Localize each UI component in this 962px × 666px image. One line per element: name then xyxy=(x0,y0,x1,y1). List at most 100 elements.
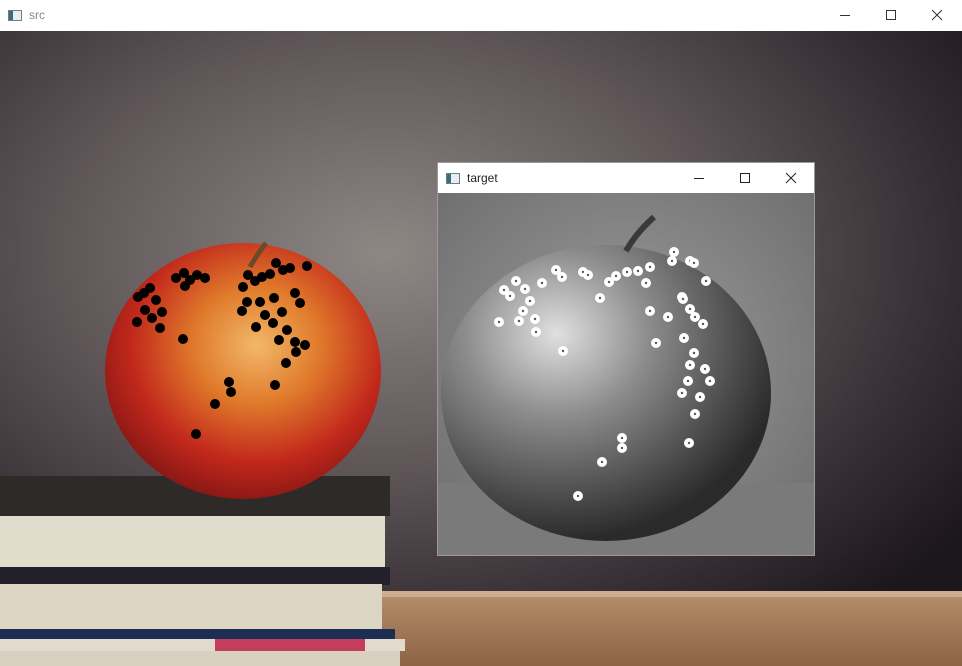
keypoint-marker xyxy=(155,323,165,333)
keypoint-center xyxy=(502,288,506,292)
keypoint-marker xyxy=(238,282,248,292)
keypoint-marker xyxy=(282,325,292,335)
keypoint-marker xyxy=(145,283,155,293)
keypoint-center xyxy=(693,412,697,416)
keypoint-center xyxy=(598,296,602,300)
keypoint-center xyxy=(693,315,697,319)
keypoint-center xyxy=(681,297,685,301)
keypoint-center xyxy=(686,379,690,383)
keypoint-marker xyxy=(180,281,190,291)
keypoint-marker xyxy=(157,307,167,317)
keypoint-center xyxy=(576,494,580,498)
keypoint-marker xyxy=(302,261,312,271)
keypoint-center xyxy=(654,341,658,345)
keypoint-marker xyxy=(132,317,142,327)
keypoint-marker xyxy=(147,313,157,323)
close-icon xyxy=(785,172,797,184)
keypoint-marker xyxy=(285,263,295,273)
keypoint-center xyxy=(644,281,648,285)
keypoint-center xyxy=(620,436,624,440)
keypoint-center xyxy=(528,299,532,303)
keypoint-center xyxy=(497,320,501,324)
target-window: target xyxy=(438,163,814,555)
keypoint-marker xyxy=(277,307,287,317)
src-window-title: src xyxy=(29,8,45,22)
keypoint-center xyxy=(533,317,537,321)
keypoint-marker xyxy=(300,340,310,350)
maximize-button[interactable] xyxy=(868,0,914,30)
target-window-title: target xyxy=(467,171,498,185)
keypoint-marker xyxy=(281,358,291,368)
keypoint-marker xyxy=(291,347,301,357)
keypoint-center xyxy=(703,367,707,371)
keypoint-center xyxy=(614,274,618,278)
keypoint-center xyxy=(607,280,611,284)
keypoint-marker xyxy=(178,334,188,344)
keypoint-marker xyxy=(210,399,220,409)
keypoint-center xyxy=(666,315,670,319)
keypoint-center xyxy=(554,268,558,272)
keypoint-marker xyxy=(270,380,280,390)
keypoint-marker xyxy=(242,297,252,307)
keypoint-center xyxy=(625,270,629,274)
keypoint-center xyxy=(680,391,684,395)
keypoint-marker xyxy=(140,305,150,315)
close-button[interactable] xyxy=(768,163,814,193)
window-app-icon xyxy=(8,9,22,21)
keypoint-marker xyxy=(260,310,270,320)
keypoint-marker xyxy=(237,306,247,316)
keypoint-center xyxy=(701,322,705,326)
keypoint-marker xyxy=(274,335,284,345)
close-button[interactable] xyxy=(914,0,960,30)
keypoint-center xyxy=(648,265,652,269)
keypoint-center xyxy=(517,319,521,323)
src-titlebar[interactable]: src xyxy=(0,0,962,30)
keypoint-center xyxy=(698,395,702,399)
keypoint-marker xyxy=(251,322,261,332)
maximize-icon xyxy=(886,10,896,20)
keypoint-center xyxy=(704,279,708,283)
keypoint-center xyxy=(670,259,674,263)
keypoint-marker xyxy=(269,293,279,303)
target-image xyxy=(438,193,814,555)
keypoint-marker xyxy=(151,295,161,305)
keypoint-marker xyxy=(224,377,234,387)
keypoint-center xyxy=(648,309,652,313)
keypoint-center xyxy=(692,261,696,265)
maximize-icon xyxy=(740,173,750,183)
minimize-button[interactable] xyxy=(676,163,722,193)
keypoint-center xyxy=(560,275,564,279)
keypoint-center xyxy=(620,446,624,450)
keypoint-center xyxy=(514,279,518,283)
maximize-button[interactable] xyxy=(722,163,768,193)
keypoint-center xyxy=(688,363,692,367)
keypoint-center xyxy=(636,269,640,273)
keypoint-marker xyxy=(290,337,300,347)
keypoint-center xyxy=(672,250,676,254)
keypoint-center xyxy=(586,273,590,277)
keypoint-marker xyxy=(268,318,278,328)
keypoint-center xyxy=(521,309,525,313)
keypoint-marker xyxy=(255,297,265,307)
keypoint-marker xyxy=(191,429,201,439)
keypoint-marker xyxy=(200,273,210,283)
keypoint-center xyxy=(540,281,544,285)
keypoint-center xyxy=(600,460,604,464)
keypoint-center xyxy=(561,349,565,353)
target-titlebar[interactable]: target xyxy=(438,163,814,193)
keypoint-center xyxy=(682,336,686,340)
keypoint-center xyxy=(687,441,691,445)
keypoint-center xyxy=(708,379,712,383)
keypoint-center xyxy=(523,287,527,291)
minimize-icon xyxy=(694,178,704,179)
keypoint-center xyxy=(692,351,696,355)
keypoint-marker xyxy=(265,269,275,279)
keypoint-marker xyxy=(290,288,300,298)
minimize-button[interactable] xyxy=(822,0,868,30)
keypoint-marker xyxy=(295,298,305,308)
target-image-canvas[interactable] xyxy=(438,193,814,555)
window-app-icon xyxy=(446,172,460,184)
keypoint-marker xyxy=(226,387,236,397)
close-icon xyxy=(931,9,943,21)
keypoint-center xyxy=(688,307,692,311)
